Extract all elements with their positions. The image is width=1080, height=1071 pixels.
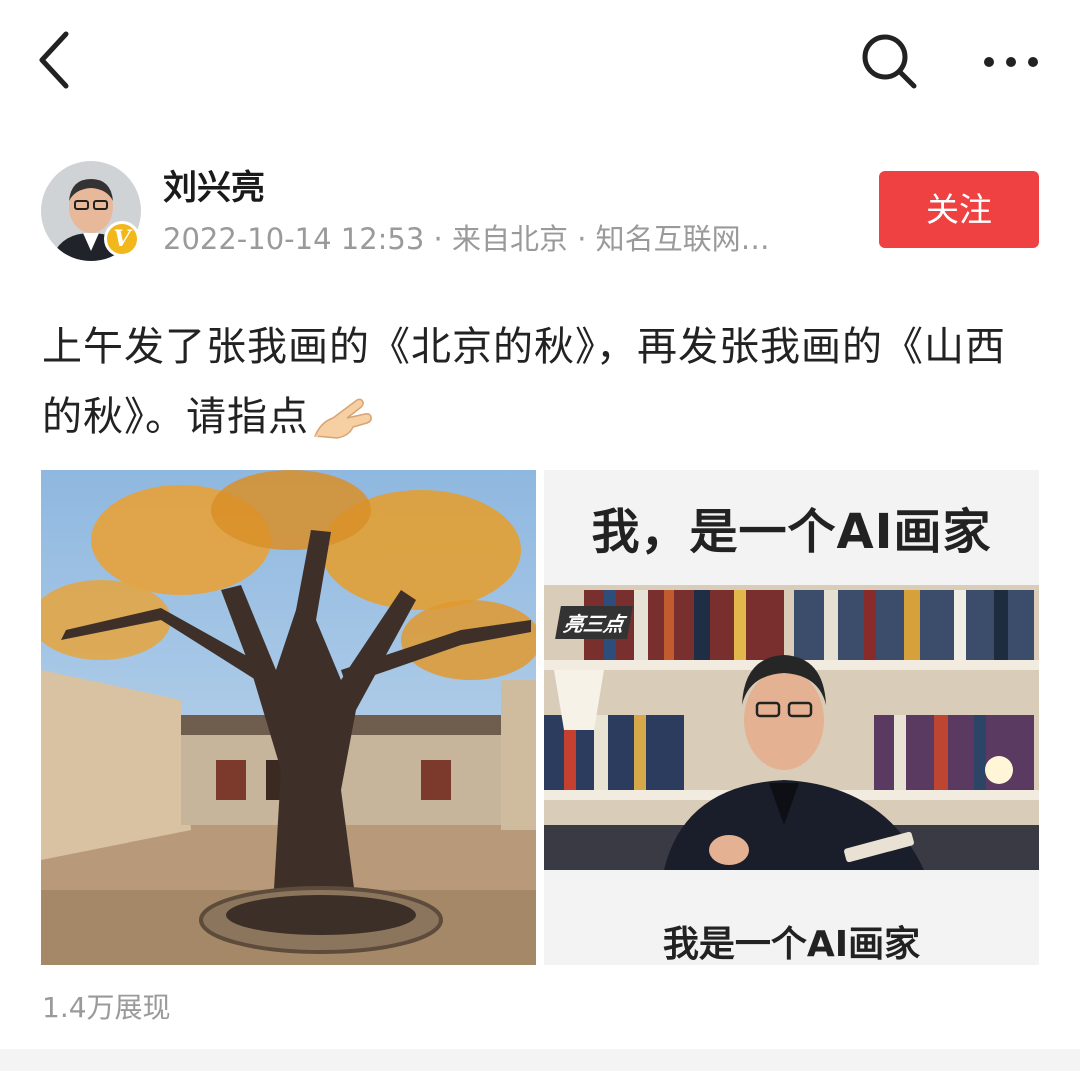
section-divider bbox=[0, 1049, 1080, 1071]
chevron-left-icon bbox=[39, 31, 69, 89]
more-horizontal-icon bbox=[984, 57, 1038, 67]
post-text-body: 上午发了张我画的《北京的秋》，再发张我画的《山西的秋》。请指点 bbox=[42, 324, 1006, 440]
back-button[interactable] bbox=[30, 28, 80, 92]
post-image-video-cover[interactable]: 我，是一个AI画家 亮三点 我是一个AI画家 bbox=[544, 470, 1039, 965]
search-icon bbox=[862, 34, 917, 89]
more-button[interactable] bbox=[975, 40, 1047, 84]
post-image-tree[interactable] bbox=[41, 470, 536, 965]
view-count: 1.4万展现 bbox=[42, 991, 171, 1024]
cover-subtitle: 我是一个AI画家 bbox=[662, 924, 921, 965]
program-logo: 亮三点 bbox=[555, 606, 633, 639]
pointing-hand-emoji-icon bbox=[313, 392, 375, 462]
author-name[interactable]: 刘兴亮 bbox=[163, 166, 265, 210]
cover-title: 我，是一个AI画家 bbox=[591, 504, 992, 560]
verified-badge-icon: V bbox=[104, 221, 140, 257]
follow-button[interactable]: 关注 bbox=[879, 171, 1039, 248]
post-meta: 2022-10-14 12:53 · 来自北京 · 知名互联网… bbox=[163, 222, 770, 256]
search-button[interactable] bbox=[858, 30, 920, 92]
post-text: 上午发了张我画的《北京的秋》，再发张我画的《山西的秋》。请指点 bbox=[42, 312, 1042, 462]
